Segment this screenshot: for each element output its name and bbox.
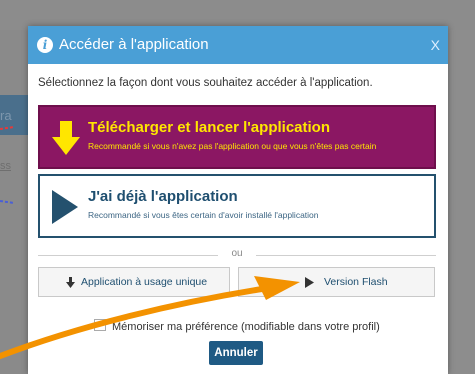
download-option-subtitle: Recommandé si vous n'avez pas l'applicat…: [88, 141, 377, 151]
cancel-button[interactable]: Annuler: [209, 341, 263, 365]
play-small-icon: [305, 277, 314, 288]
download-small-icon: [66, 277, 75, 288]
download-option-title: Télécharger et lancer l'application: [88, 119, 330, 136]
single-use-label: Application à usage unique: [81, 276, 208, 288]
background-partial-link: ss: [0, 160, 11, 172]
dialog-header: i Accéder à l'application X: [28, 26, 448, 64]
already-installed-option[interactable]: J'ai déjà l'application Recommandé si vo…: [38, 174, 436, 238]
dialog-instruction: Sélectionnez la façon dont vous souhaite…: [38, 77, 373, 89]
remember-preference-label: Mémoriser ma préférence (modifiable dans…: [112, 321, 380, 333]
installed-option-title: J'ai déjà l'application: [88, 188, 238, 205]
dialog-title: Accéder à l'application: [59, 36, 209, 53]
download-and-launch-option[interactable]: Télécharger et lancer l'application Reco…: [38, 105, 436, 169]
download-arrow-icon: [52, 121, 80, 155]
info-icon: i: [37, 37, 53, 53]
single-use-application-button[interactable]: Application à usage unique: [38, 267, 230, 297]
annotation-marker-blue: [0, 200, 15, 204]
or-separator: ou: [38, 248, 436, 262]
background-right-strip: [448, 30, 475, 374]
separator-label: ou: [231, 248, 243, 259]
play-icon: [52, 190, 78, 224]
close-button[interactable]: X: [431, 37, 440, 53]
flash-version-button[interactable]: Version Flash: [238, 267, 435, 297]
remember-preference-row[interactable]: Mémoriser ma préférence (modifiable dans…: [94, 319, 380, 333]
installed-option-subtitle: Recommandé si vous êtes certain d'avoir …: [88, 210, 319, 220]
remember-preference-checkbox[interactable]: [94, 319, 106, 331]
access-application-dialog: i Accéder à l'application X Sélectionnez…: [28, 26, 448, 374]
flash-version-label: Version Flash: [324, 276, 388, 288]
background-partial-text: ra: [0, 108, 12, 123]
